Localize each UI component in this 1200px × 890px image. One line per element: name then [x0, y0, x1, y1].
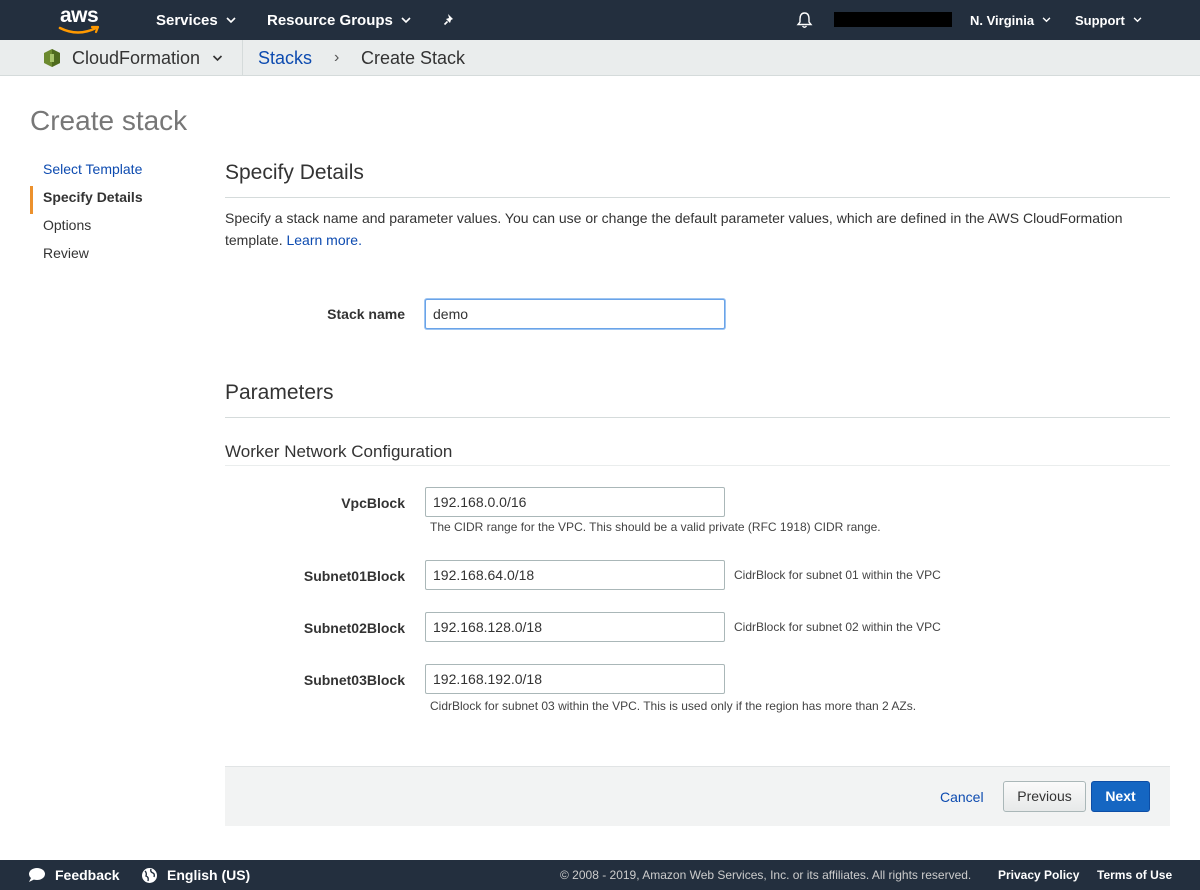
breadcrumb-separator: › — [334, 49, 340, 66]
vpcblock-hint: The CIDR range for the VPC. This should … — [430, 520, 881, 534]
language-label: English (US) — [167, 867, 251, 883]
service-selector[interactable]: CloudFormation — [34, 40, 243, 76]
chevron-down-icon — [1133, 17, 1142, 23]
subnet03block-input[interactable] — [425, 664, 725, 694]
page-title: Create stack — [30, 105, 188, 136]
aws-logo[interactable]: aws — [58, 4, 104, 35]
service-header: CloudFormation Stacks › Create Stack — [0, 40, 1200, 76]
notifications-button[interactable] — [796, 0, 813, 40]
terms-of-use-link[interactable]: Terms of Use — [1097, 860, 1172, 890]
services-menu[interactable]: Services — [156, 0, 236, 40]
support-menu[interactable]: Support — [1075, 0, 1142, 40]
bell-icon — [796, 12, 813, 28]
copyright-text: © 2008 - 2019, Amazon Web Services, Inc.… — [560, 868, 972, 882]
step-select-template[interactable]: Select Template — [30, 158, 210, 186]
breadcrumb-current: Create Stack — [361, 47, 466, 68]
subnet03block-hint: CidrBlock for subnet 03 within the VPC. … — [430, 699, 917, 713]
section-heading-parameters: Parameters — [225, 381, 334, 404]
chevron-down-icon — [226, 16, 236, 23]
step-specify-details: Specify Details — [30, 186, 210, 214]
support-label: Support — [1075, 12, 1125, 28]
next-button[interactable]: Next — [1091, 781, 1150, 812]
region-label: N. Virginia — [970, 12, 1035, 28]
resource-groups-label: Resource Groups — [267, 11, 393, 29]
section-divider — [225, 197, 1170, 198]
resource-groups-menu[interactable]: Resource Groups — [267, 0, 411, 40]
services-label: Services — [156, 11, 218, 29]
cloudformation-icon — [44, 49, 60, 67]
globe-icon — [142, 867, 157, 883]
chevron-down-icon — [212, 54, 223, 61]
subnet02block-hint: CidrBlock for subnet 02 within the VPC — [734, 620, 941, 634]
stack-name-input[interactable] — [425, 299, 725, 329]
language-selector[interactable]: English (US) — [141, 860, 250, 890]
breadcrumb-stacks-link[interactable]: Stacks — [258, 40, 312, 76]
subnet01block-input[interactable] — [425, 560, 725, 590]
chevron-down-icon — [401, 16, 411, 23]
learn-more-link[interactable]: Learn more. — [286, 232, 361, 248]
pin-button[interactable] — [443, 0, 457, 40]
subnet03block-label: Subnet03Block — [303, 672, 405, 688]
wizard-steps: Select Template Specify Details Options … — [30, 158, 210, 270]
group-divider — [225, 465, 1170, 466]
feedback-label: Feedback — [55, 867, 120, 883]
stack-name-label: Stack name — [327, 306, 405, 322]
subnet02block-input[interactable] — [425, 612, 725, 642]
section-divider — [225, 417, 1170, 418]
subnet02block-label: Subnet02Block — [303, 620, 405, 636]
feedback-button[interactable]: Feedback — [28, 860, 120, 890]
chevron-down-icon — [1042, 17, 1051, 23]
privacy-policy-link[interactable]: Privacy Policy — [998, 860, 1079, 890]
vpcblock-input[interactable] — [425, 487, 725, 517]
console-footer: Feedback English (US) © 2008 - 2019, Ama… — [0, 860, 1200, 890]
region-selector[interactable]: N. Virginia — [970, 0, 1051, 40]
speech-bubble-icon — [29, 868, 45, 882]
section-heading-specify-details: Specify Details — [225, 161, 364, 184]
pin-icon — [443, 14, 453, 26]
vpcblock-label: VpcBlock — [341, 495, 405, 511]
subnet01block-hint: CidrBlock for subnet 01 within the VPC — [734, 568, 941, 582]
account-name-redacted[interactable] — [834, 12, 952, 27]
step-review: Review — [43, 245, 89, 261]
cancel-button[interactable]: Cancel — [940, 783, 984, 811]
previous-button[interactable]: Previous — [1003, 781, 1086, 812]
service-name: CloudFormation — [72, 47, 201, 68]
details-description: Specify a stack name and parameter value… — [225, 207, 1170, 251]
parameter-group-title: Worker Network Configuration — [225, 442, 453, 461]
subnet01block-label: Subnet01Block — [303, 568, 405, 584]
top-navigation-bar: aws Services Resource Groups N. Virginia… — [0, 0, 1200, 40]
aws-smile-icon — [58, 25, 100, 34]
step-options: Options — [43, 217, 92, 233]
